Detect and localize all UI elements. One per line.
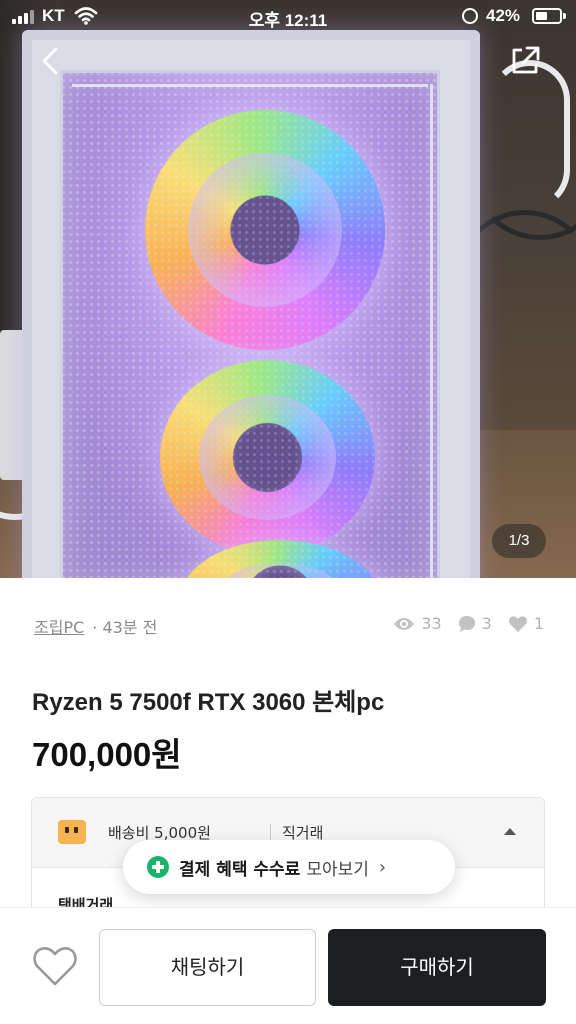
chevron-right-icon: › — [378, 856, 387, 878]
likes-stat: 1 — [508, 614, 544, 633]
photo-cable — [490, 60, 570, 210]
battery-icon — [532, 8, 562, 24]
product-stats: 33 3 1 — [393, 614, 544, 633]
share-icon[interactable] — [508, 44, 542, 78]
divider — [270, 824, 271, 840]
chevron-up-icon[interactable] — [504, 828, 516, 835]
bottom-action-bar: 채팅하기 구매하기 — [0, 907, 576, 1024]
photo-counter: 1/3 — [492, 524, 546, 558]
heart-icon — [508, 615, 527, 632]
chats-stat: 3 — [458, 614, 492, 633]
plus-circle-icon — [147, 856, 169, 878]
like-heart-icon[interactable] — [32, 944, 78, 988]
chat-button[interactable]: 채팅하기 — [99, 929, 316, 1006]
case-edge — [72, 84, 428, 87]
benefit-more-text: 모아보기 — [306, 859, 369, 880]
benefit-bold-text: 결제 혜택 수수료 — [179, 859, 301, 880]
category-link[interactable]: 조립PC — [34, 614, 84, 638]
rgb-fan — [160, 360, 375, 555]
product-photo[interactable]: KT 오후 12:11 42% 1/3 — [0, 0, 576, 578]
rgb-fan — [145, 110, 385, 350]
delivery-mascot-icon — [58, 820, 86, 844]
product-meta: 조립PC · 43분 전 — [34, 614, 157, 638]
likes-count: 1 — [533, 614, 544, 633]
battery-percent: 42% — [486, 6, 521, 25]
views-stat: 33 — [393, 614, 442, 633]
product-price: 700,000원 — [32, 736, 182, 773]
status-bar: KT 오후 12:11 42% — [0, 0, 576, 34]
buy-button[interactable]: 구매하기 — [328, 929, 546, 1006]
rotation-lock-icon — [462, 8, 478, 24]
case-edge — [430, 84, 433, 578]
back-arrow-icon[interactable] — [36, 46, 66, 76]
posted-time: · 43분 전 — [92, 618, 158, 637]
chats-count: 3 — [481, 614, 492, 633]
eye-icon — [394, 617, 415, 630]
battery-tip — [563, 13, 566, 19]
payment-benefit-banner[interactable]: 결제 혜택 수수료 모아보기 › — [123, 840, 455, 894]
chat-bubble-icon — [458, 615, 475, 632]
product-title: Ryzen 5 7500f RTX 3060 본체pc — [32, 689, 385, 716]
views-count: 33 — [421, 614, 442, 633]
